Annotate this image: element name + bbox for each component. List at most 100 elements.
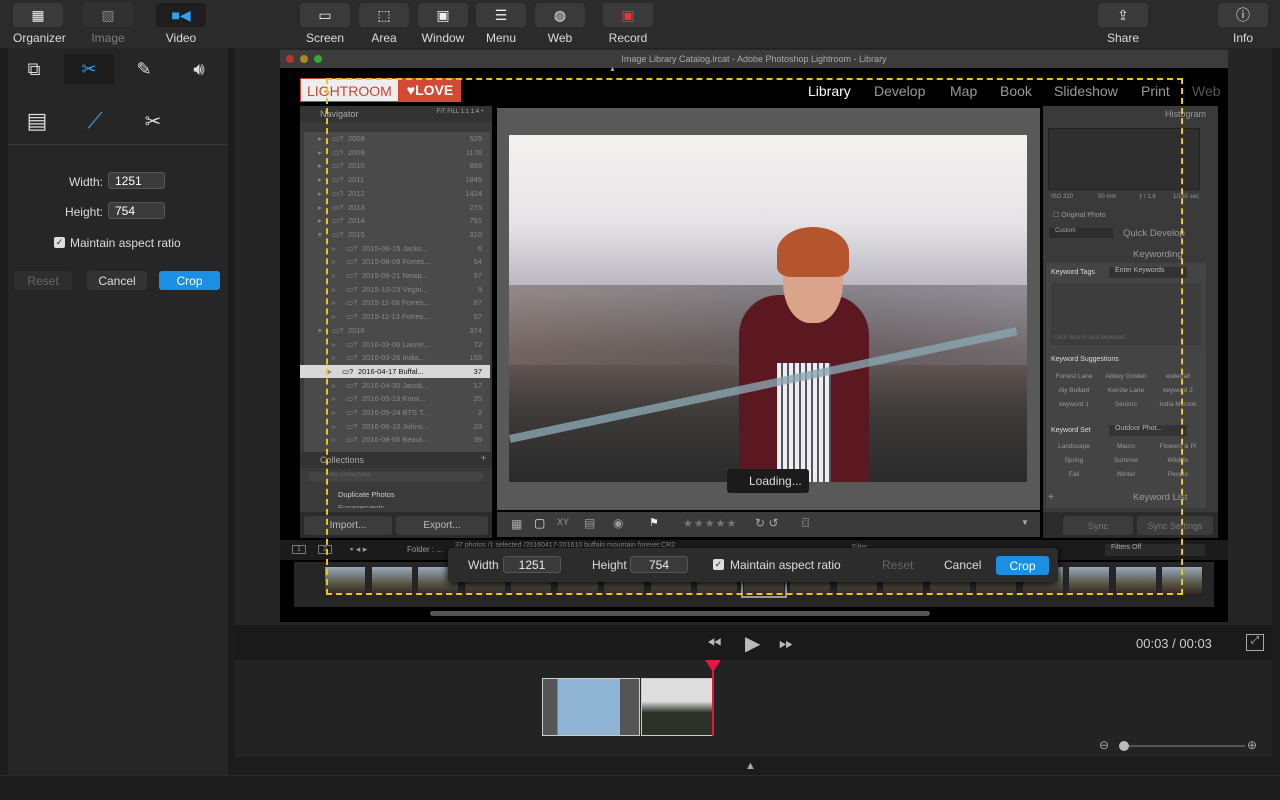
filmstrip-thumbnail[interactable]: [1114, 566, 1157, 596]
keyword-chip[interactable]: waterfall: [1153, 373, 1203, 380]
module-web[interactable]: Web: [1192, 83, 1221, 99]
folder-row[interactable]: ▸ ▭? 2008 525: [304, 132, 490, 145]
keyword-chip[interactable]: Summer: [1101, 457, 1151, 464]
folder-row[interactable]: ▹ ▭? 2016-03-26 India... 159: [304, 351, 490, 364]
window-1-button[interactable]: 1: [292, 545, 306, 554]
screen-capture-button[interactable]: ▭ Screen: [300, 3, 350, 45]
module-book[interactable]: Book: [1000, 83, 1032, 99]
fast-forward-icon[interactable]: ⏩︎: [779, 633, 793, 654]
expand-arrow-icon[interactable]: ▾: [318, 324, 322, 337]
info-button[interactable]: ⓘ Info: [1218, 3, 1268, 45]
expand-arrow-icon[interactable]: ▹: [332, 269, 336, 282]
playhead-handle[interactable]: [705, 660, 721, 672]
expand-arrow-icon[interactable]: ▹: [332, 255, 336, 268]
keyword-chip[interactable]: Macro: [1101, 443, 1151, 450]
folder-row[interactable]: ▹ ▭? 2016-03-06 Laurel... 72: [304, 338, 490, 351]
record-button[interactable]: ▣ Record: [603, 3, 653, 45]
folder-row[interactable]: ▸ ▭? 2009 1176: [304, 146, 490, 159]
crop-button[interactable]: Crop: [159, 271, 220, 290]
play-icon[interactable]: ▶: [745, 631, 760, 656]
grid-nav-icon[interactable]: ▪ ◂ ▸: [350, 544, 367, 555]
folder-row[interactable]: ▹ ▭? 2015-09-21 Newp... 97: [304, 269, 490, 282]
window-capture-button[interactable]: ▣ Window: [418, 3, 468, 45]
keyword-list-header[interactable]: Keyword List: [1133, 492, 1187, 503]
expand-arrow-icon[interactable]: ▸: [318, 146, 322, 159]
collection-duplicate-photos[interactable]: Duplicate Photos: [338, 490, 395, 499]
folder-row[interactable]: ▹ ▭? 2016-05-24 BTS T... 2: [304, 406, 490, 419]
dialog-width-input[interactable]: [503, 556, 561, 573]
preset-select[interactable]: Custom: [1049, 228, 1113, 238]
fullscreen-icon[interactable]: ⤢: [1246, 634, 1264, 651]
add-keyword-icon[interactable]: +: [1048, 492, 1054, 503]
web-capture-button[interactable]: ◍ Web: [535, 3, 585, 45]
aspect-checkbox[interactable]: ✓: [54, 237, 65, 248]
keyword-chip[interactable]: Wildlife: [1153, 457, 1203, 464]
expand-arrow-icon[interactable]: ▸: [318, 214, 322, 227]
video-button[interactable]: ■◀ Video: [156, 3, 206, 45]
expand-arrow-icon[interactable]: ▹: [332, 283, 336, 296]
filmstrip-scrollbar[interactable]: [430, 611, 930, 616]
toolbar-dropdown-icon[interactable]: ▼: [1021, 518, 1029, 527]
keywording-header[interactable]: Keywording: [1133, 249, 1183, 260]
expand-arrow-icon[interactable]: ▸: [318, 159, 322, 172]
collection-filter-input[interactable]: Filter Collections: [308, 472, 484, 482]
loupe-view-icon[interactable]: ▢: [534, 516, 545, 530]
folder-row[interactable]: ▸ ▭? 2011 1845: [304, 173, 490, 186]
width-input[interactable]: [108, 172, 165, 189]
crop-tool-button[interactable]: ⟋: [70, 106, 120, 136]
folder-row[interactable]: ▹ ▭? 2016-05-19 Knox... 25: [304, 392, 490, 405]
folder-row[interactable]: ▹ ▭? 2015-11-13 Forres... 57: [304, 310, 490, 323]
keyword-chip[interactable]: keyword 2: [1153, 387, 1203, 394]
expand-arrow-icon[interactable]: ▹: [332, 420, 336, 433]
dialog-crop-button[interactable]: Crop: [996, 556, 1049, 575]
expand-arrow-icon[interactable]: ▸: [318, 173, 322, 186]
crop-top-handle[interactable]: ▲: [609, 66, 616, 73]
folder-row[interactable]: ▹ ▭? 2016-06-10 Johns... 23: [304, 420, 490, 433]
dialog-reset-button[interactable]: Reset: [882, 558, 913, 572]
expand-arrow-icon[interactable]: ▹: [332, 379, 336, 392]
expand-arrow-icon[interactable]: ▹: [332, 338, 336, 351]
import-button[interactable]: Import...: [304, 516, 392, 535]
filmstrip-thumbnail[interactable]: [1068, 566, 1110, 596]
rewind-icon[interactable]: ⏪︎: [707, 633, 721, 654]
dialog-cancel-button[interactable]: Cancel: [944, 558, 981, 572]
keyword-chip[interactable]: India Mcrook: [1153, 401, 1203, 408]
folder-row[interactable]: ▹ ▭? 2015-11-08 Forres... 87: [304, 296, 490, 309]
zoom-out-icon[interactable]: ⊖: [1099, 738, 1109, 752]
dialog-height-input[interactable]: [630, 556, 688, 573]
cancel-button[interactable]: Cancel: [87, 271, 147, 290]
keyword-chip[interactable]: Seniors: [1101, 401, 1151, 408]
expand-arrow-icon[interactable]: ▸: [318, 187, 322, 200]
export-button[interactable]: Export...: [396, 516, 488, 535]
image-button[interactable]: ▨ Image: [83, 3, 133, 45]
keywords-input[interactable]: Click here to add keywords: [1051, 283, 1201, 345]
window-2-button[interactable]: 2: [318, 545, 332, 554]
face-tag-icon[interactable]: ⌼: [802, 516, 809, 531]
share-button[interactable]: ⇪ Share: [1098, 3, 1148, 45]
dialog-aspect-checkbox[interactable]: ✓: [713, 559, 724, 570]
keyword-chip[interactable]: Spring: [1049, 457, 1099, 464]
expand-arrow-icon[interactable]: ▹: [332, 406, 336, 419]
module-slideshow[interactable]: Slideshow: [1054, 83, 1118, 99]
sync-settings-button[interactable]: Sync Settings: [1137, 516, 1213, 535]
expand-arrow-icon[interactable]: ▹: [332, 433, 336, 446]
flag-icon[interactable]: ⚑: [649, 516, 659, 529]
expand-arrow-icon[interactable]: ▾: [318, 228, 322, 241]
cut-tool-button[interactable]: ✂: [128, 106, 178, 136]
height-input[interactable]: [108, 202, 165, 219]
keyword-chip[interactable]: Forrest Lane: [1049, 373, 1099, 380]
expand-arrow-icon[interactable]: ▹: [332, 351, 336, 364]
keyword-set-select[interactable]: Outdoor Phot...: [1109, 425, 1187, 436]
module-library[interactable]: Library: [808, 83, 851, 99]
module-map[interactable]: Map: [950, 83, 977, 99]
folder-row[interactable]: ▸ ▭? 2012 1424: [304, 187, 490, 200]
folder-row[interactable]: ▹ ▭? 2015-08-08 Forres... 54: [304, 255, 490, 268]
keyword-chip[interactable]: Aly Bullard: [1049, 387, 1099, 394]
folder-row[interactable]: ▹ ▭? 2015-10-23 Virgin... 9: [304, 283, 490, 296]
tab-annotate[interactable]: ✎: [119, 54, 169, 84]
quick-develop-header[interactable]: Quick Develop: [1123, 228, 1185, 239]
folder-row[interactable]: ▸ ▭? 2010 889: [304, 159, 490, 172]
navigator-header[interactable]: Navigator FIT FILL 1:1 1:4 ÷: [300, 106, 492, 122]
folder-row[interactable]: ▹ ▭? 2016-08-06 Beaut... 39: [304, 433, 490, 446]
histogram-header[interactable]: Histogram: [1165, 109, 1206, 119]
